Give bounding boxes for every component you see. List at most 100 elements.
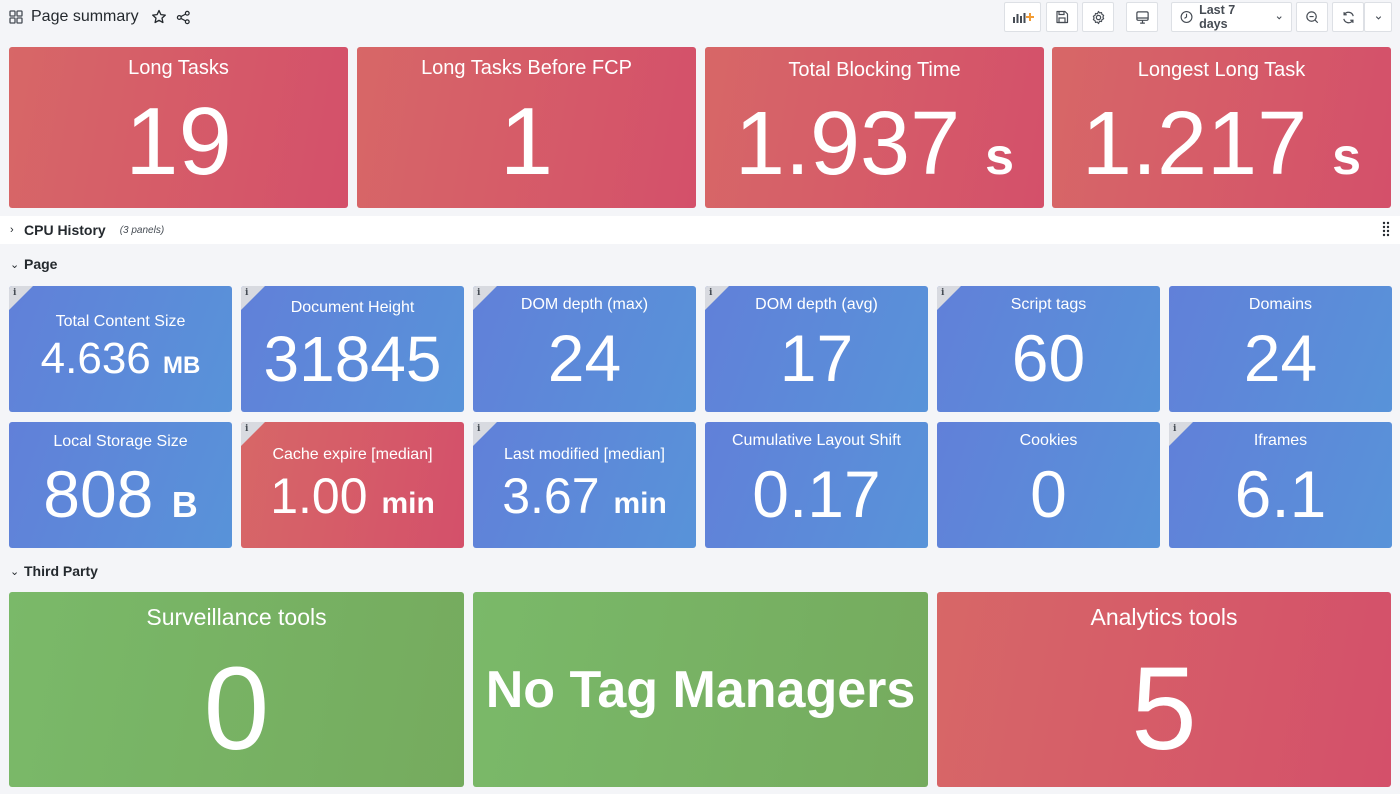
panel-value: No Tag Managers: [485, 661, 916, 719]
tv-mode-icon: [1135, 10, 1149, 24]
chevron-down-icon: [1276, 15, 1282, 19]
panel-value: 5: [1131, 643, 1197, 775]
stat-panel-dom-depth-max[interactable]: i DOM depth (max) 24: [473, 286, 696, 412]
panel-value: 1.937 s: [734, 94, 1015, 194]
panel-title: Analytics tools: [1090, 604, 1238, 630]
chevron-down-icon: [1375, 15, 1381, 20]
chevron-down-icon: ⌄: [10, 258, 20, 271]
row-title: Third Party: [24, 563, 98, 579]
panel-title: Document Height: [290, 299, 415, 316]
panel-value: 0.17: [752, 457, 881, 531]
panel-title: Last modified [median]: [504, 446, 665, 463]
stat-panel-tag-managers[interactable]: No Tag Managers: [473, 592, 928, 787]
stat-panel-cookies[interactable]: Cookies 0: [937, 422, 1160, 548]
panel-title: Surveillance tools: [146, 604, 327, 630]
info-icon[interactable]: i: [245, 288, 248, 298]
panel-title: Domains: [1248, 296, 1313, 313]
refresh-button[interactable]: [1332, 2, 1364, 32]
row-panel-count: (3 panels): [119, 224, 165, 236]
row-page[interactable]: ⌄ Page: [0, 252, 1400, 276]
info-icon[interactable]: i: [245, 424, 248, 434]
stat-panel-longest-long-task[interactable]: Longest Long Task 1.217 s: [1052, 47, 1391, 208]
dashboard-grid-icon[interactable]: [9, 10, 23, 24]
info-icon[interactable]: i: [13, 288, 16, 298]
stat-panel-iframes[interactable]: i Iframes 6.1: [1169, 422, 1392, 548]
panel-title: Long Tasks Before FCP: [421, 57, 632, 79]
time-range-picker[interactable]: Last 7 days: [1171, 2, 1292, 32]
stat-panel-cache-expire-median[interactable]: i Cache expire [median] 1.00 min: [241, 422, 464, 548]
star-icon[interactable]: [151, 9, 167, 25]
stat-panel-document-height[interactable]: i Document Height 31845: [241, 286, 464, 412]
panel-unit: min: [381, 487, 435, 520]
panel-title: Cumulative Layout Shift: [732, 432, 901, 449]
panel-value: 1: [499, 88, 554, 195]
drag-handle-icon[interactable]: [1382, 221, 1390, 237]
panel-value: 4.636 MB: [40, 334, 201, 383]
panel-title: Script tags: [1010, 296, 1087, 313]
stat-panel-long-tasks[interactable]: Long Tasks 19: [9, 47, 348, 208]
stat-panel-total-content-size[interactable]: i Total Content Size 4.636 MB: [9, 286, 232, 412]
refresh-interval-dropdown[interactable]: [1364, 2, 1392, 32]
dashboard-navbar: Page summary Last 7 days: [0, 0, 1400, 36]
stat-panel-last-modified-median[interactable]: i Last modified [median] 3.67 min: [473, 422, 696, 548]
row-cpu-history[interactable]: › CPU History (3 panels): [0, 216, 1400, 244]
panel-value: 1.217 s: [1081, 94, 1362, 194]
dashboard-title[interactable]: Page summary: [31, 8, 139, 26]
panel-title: Longest Long Task: [1137, 59, 1306, 81]
stat-panel-cumulative-layout-shift[interactable]: Cumulative Layout Shift 0.17: [705, 422, 928, 548]
panel-title: DOM depth (max): [520, 296, 649, 313]
stat-panel-domains[interactable]: Domains 24: [1169, 286, 1392, 412]
zoom-out-button[interactable]: [1296, 2, 1328, 32]
panel-value: 6.1: [1234, 457, 1327, 531]
row-title: CPU History: [24, 222, 106, 238]
stat-panel-long-tasks-before-fcp[interactable]: Long Tasks Before FCP 1: [357, 47, 696, 208]
stat-panel-surveillance-tools[interactable]: Surveillance tools 0: [9, 592, 464, 787]
panel-title: Iframes: [1253, 432, 1308, 449]
stat-panel-script-tags[interactable]: i Script tags 60: [937, 286, 1160, 412]
tv-mode-button[interactable]: [1126, 2, 1158, 32]
share-icon[interactable]: [176, 10, 191, 25]
panel-value: 60: [1011, 321, 1086, 395]
stat-panel-total-blocking-time[interactable]: Total Blocking Time 1.937 s: [705, 47, 1044, 208]
panel-title: Cache expire [median]: [272, 446, 433, 463]
chevron-right-icon: ›: [10, 224, 14, 236]
panel-value: 3.67 min: [502, 468, 667, 524]
stat-panel-local-storage-size[interactable]: Local Storage Size 808 B: [9, 422, 232, 548]
time-range-label: Last 7 days: [1199, 3, 1236, 31]
panel-title: Local Storage Size: [53, 433, 188, 450]
panel-value: 0: [203, 643, 270, 775]
stat-panel-analytics-tools[interactable]: Analytics tools 5: [937, 592, 1391, 787]
panel-title: Total Content Size: [55, 313, 186, 330]
row-title: Page: [24, 256, 58, 272]
refresh-icon: [1342, 11, 1354, 23]
save-dashboard-button[interactable]: [1046, 2, 1078, 32]
panel-value: 17: [779, 321, 854, 395]
panel-value: 24: [1243, 321, 1318, 395]
panel-title: Total Blocking Time: [788, 59, 961, 81]
panel-title: DOM depth (avg): [755, 296, 878, 313]
panel-title: Long Tasks: [128, 57, 229, 79]
stat-panel-dom-depth-avg[interactable]: i DOM depth (avg) 17: [705, 286, 928, 412]
panel-unit: MB: [163, 352, 201, 379]
panel-unit: min: [613, 487, 667, 520]
panel-unit: s: [1332, 128, 1362, 186]
panel-value: 24: [547, 321, 622, 395]
panel-title: Cookies: [1019, 432, 1078, 449]
chevron-down-icon: ⌄: [10, 565, 20, 578]
row-third-party[interactable]: ⌄ Third Party: [0, 559, 1400, 583]
panel-value: 31845: [263, 323, 442, 395]
add-panel-button[interactable]: [1004, 2, 1041, 32]
clock-icon: [1180, 11, 1193, 23]
panel-value: 808 B: [43, 457, 198, 531]
panel-value: 0: [1030, 457, 1067, 531]
settings-icon: [1092, 10, 1104, 24]
info-icon[interactable]: i: [477, 424, 480, 434]
dashboard-title-area: Page summary: [9, 6, 191, 28]
panel-value: 19: [125, 88, 232, 195]
panel-value: 1.00 min: [270, 468, 435, 524]
save-icon: [1056, 10, 1069, 24]
add-panel-icon: [1012, 13, 1034, 23]
panel-unit: s: [985, 128, 1015, 186]
dashboard-settings-button[interactable]: [1082, 2, 1114, 32]
zoom-out-icon: [1305, 10, 1318, 23]
